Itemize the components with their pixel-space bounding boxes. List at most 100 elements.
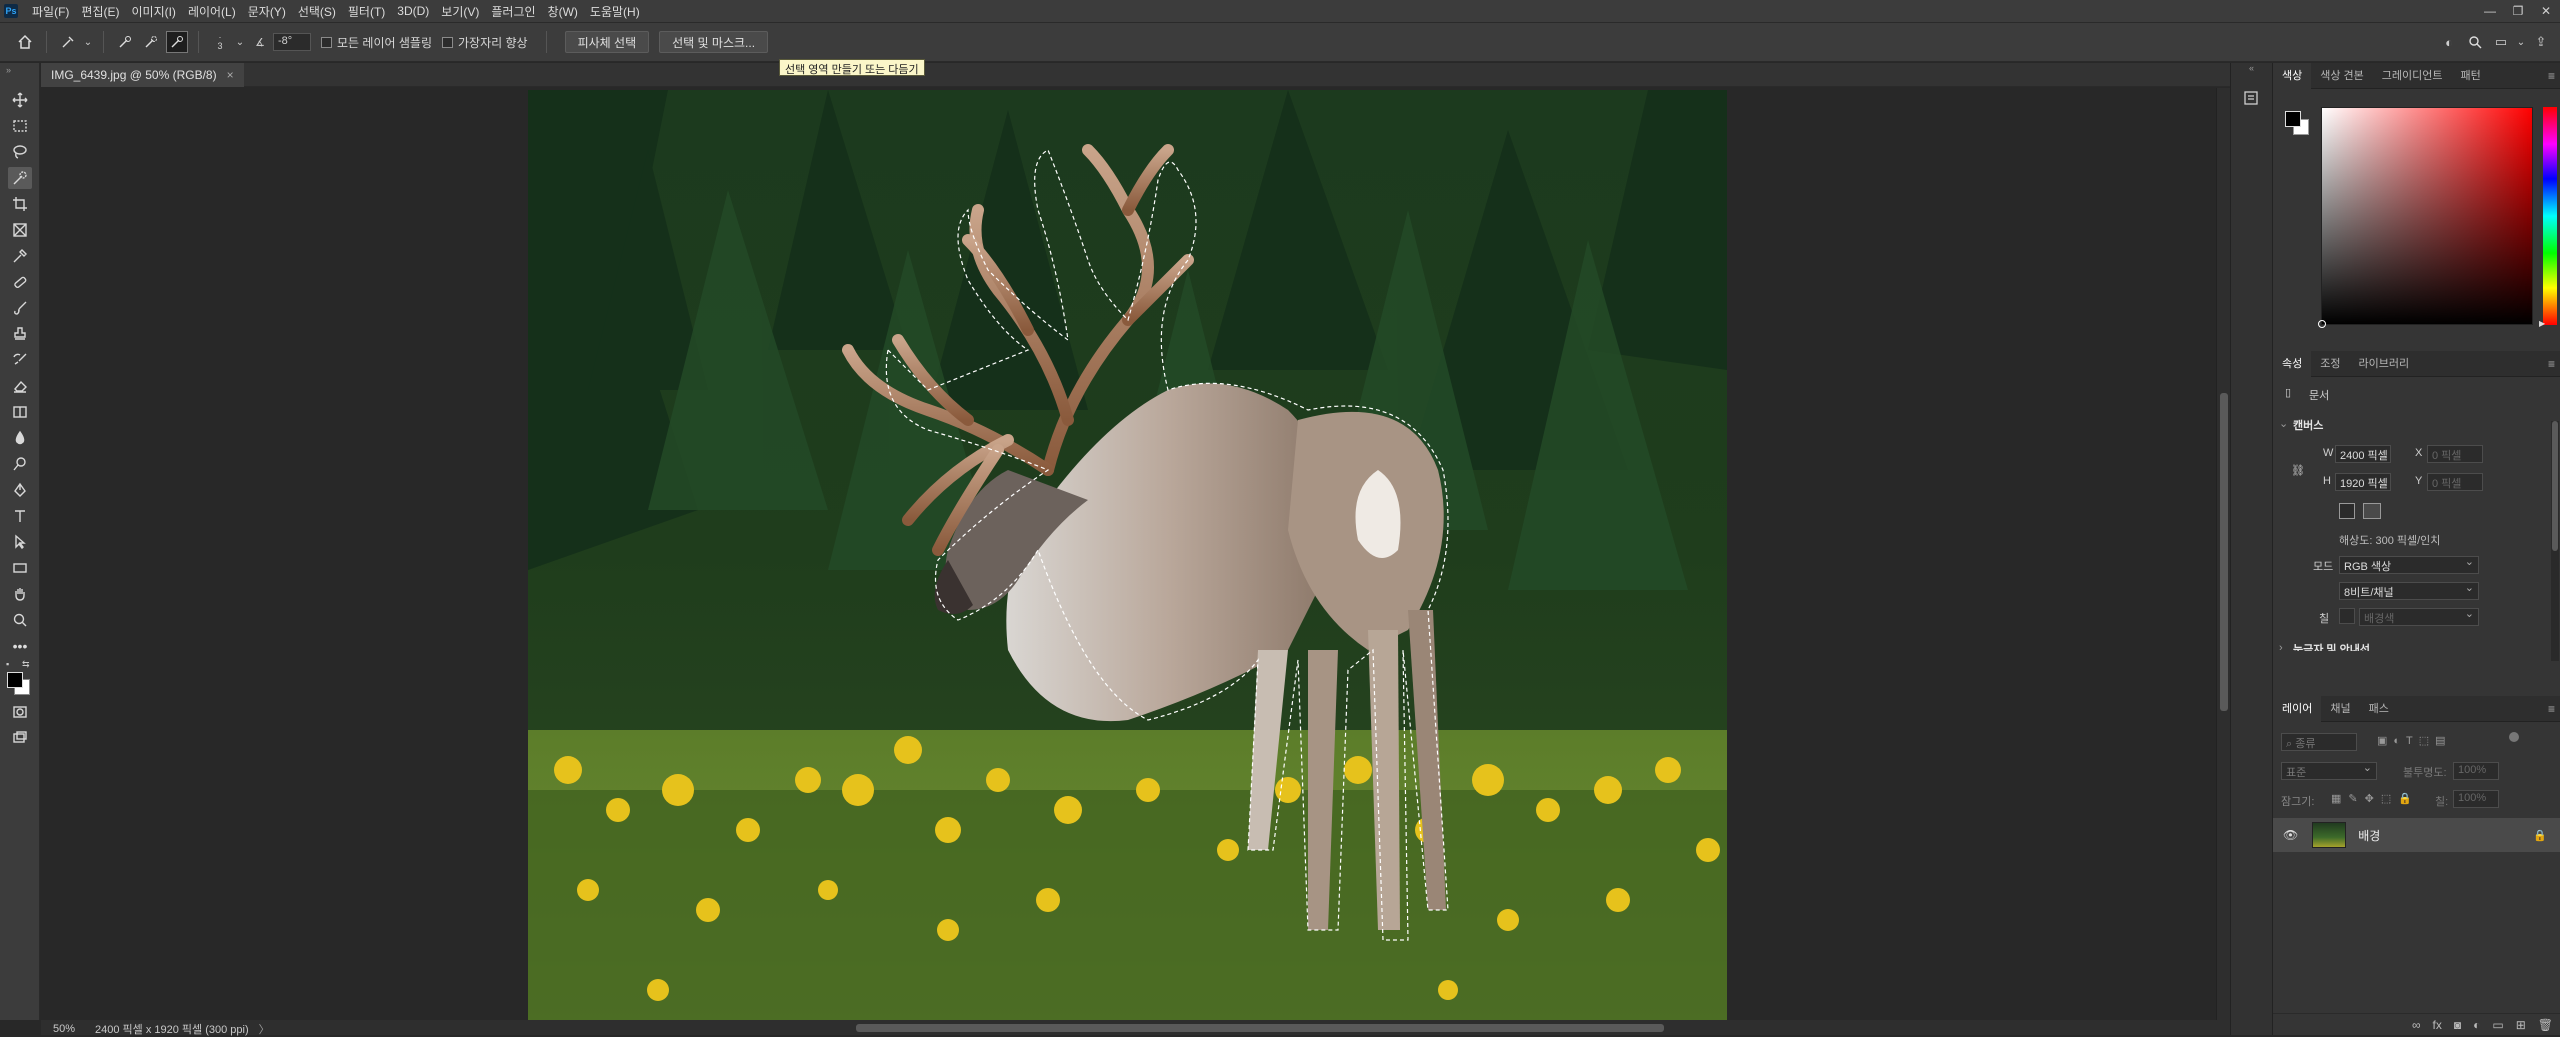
- menu-file[interactable]: 파일(F): [26, 3, 75, 20]
- document-info[interactable]: 2400 픽셀 x 1920 픽셀 (300 ppi): [95, 1021, 249, 1037]
- select-and-mask-button[interactable]: 선택 및 마스크...: [659, 31, 769, 53]
- quick-selection-preset-icon[interactable]: [57, 31, 79, 53]
- canvas-area[interactable]: [41, 88, 2216, 1020]
- chevron-down-icon[interactable]: ⌄: [83, 31, 93, 53]
- eyedropper-tool[interactable]: [0, 243, 40, 269]
- quick-selection-tool[interactable]: [0, 165, 40, 191]
- close-tab-icon[interactable]: ×: [227, 68, 234, 82]
- type-tool[interactable]: [0, 503, 40, 529]
- document-tab[interactable]: IMG_6439.jpg @ 50% (RGB/8) ×: [41, 63, 244, 87]
- angle-field[interactable]: -8°: [273, 33, 311, 51]
- vertical-scrollbar[interactable]: [2216, 88, 2230, 1020]
- menu-view[interactable]: 보기(V): [435, 3, 485, 20]
- blend-mode-select[interactable]: 표준: [2281, 761, 2377, 780]
- menu-filter[interactable]: 필터(T): [342, 3, 391, 20]
- workspace-icon[interactable]: ▭: [2490, 31, 2512, 53]
- swap-colors-icon[interactable]: ⇆: [22, 659, 30, 670]
- bit-depth-select[interactable]: 8비트/채널: [2339, 581, 2479, 600]
- panel-menu-icon[interactable]: ≡: [2548, 357, 2555, 371]
- chevron-down-icon[interactable]: ⌄: [2279, 417, 2288, 430]
- chevron-right-icon[interactable]: ›: [2279, 642, 2283, 654]
- collapse-icon[interactable]: «: [2231, 63, 2272, 83]
- lock-icons[interactable]: ▦✎✥⬚🔒: [2331, 792, 2419, 805]
- trash-icon[interactable]: 🗑: [2538, 1018, 2553, 1032]
- add-to-selection-icon[interactable]: [140, 31, 162, 53]
- hand-tool[interactable]: [0, 581, 40, 607]
- menu-window[interactable]: 창(W): [542, 3, 584, 20]
- minimize-icon[interactable]: —: [2476, 0, 2504, 22]
- fill-opacity-field[interactable]: 100%: [2453, 790, 2499, 808]
- horizontal-scrollbar[interactable]: [41, 1020, 2230, 1035]
- tab-color[interactable]: 색상: [2273, 62, 2312, 89]
- search-icon[interactable]: [2464, 31, 2486, 53]
- brush-tool[interactable]: [0, 295, 40, 321]
- history-panel-icon[interactable]: [2231, 83, 2273, 113]
- default-colors-icon[interactable]: ▪: [6, 659, 9, 669]
- move-tool[interactable]: [0, 87, 40, 113]
- scroll-thumb[interactable]: [2220, 393, 2228, 711]
- home-icon[interactable]: [14, 31, 36, 53]
- menu-layer[interactable]: 레이어(L): [182, 3, 242, 20]
- menu-help[interactable]: 도움말(H): [584, 3, 646, 20]
- hue-slider[interactable]: ▶: [2539, 107, 2557, 328]
- chevron-down-icon[interactable]: ⌄: [235, 31, 245, 53]
- link-layers-icon[interactable]: ∞: [2412, 1018, 2421, 1032]
- gradient-tool[interactable]: [0, 399, 40, 425]
- filter-toggle-icon[interactable]: [2509, 732, 2519, 742]
- scroll-thumb[interactable]: [2552, 421, 2558, 551]
- tab-properties[interactable]: 속성: [2273, 350, 2312, 377]
- rectangle-tool[interactable]: [0, 555, 40, 581]
- quick-mask-tool[interactable]: [0, 699, 40, 725]
- frame-tool[interactable]: [0, 217, 40, 243]
- blur-tool[interactable]: [0, 425, 40, 451]
- learn-icon[interactable]: ◐: [2438, 31, 2460, 53]
- marquee-tool[interactable]: [0, 113, 40, 139]
- add-mask-icon[interactable]: ◙: [2454, 1018, 2461, 1032]
- tab-paths[interactable]: 패스: [2360, 696, 2398, 722]
- panel-menu-icon[interactable]: ≡: [2548, 69, 2555, 83]
- new-selection-icon[interactable]: [114, 31, 136, 53]
- group-folder-icon[interactable]: ▭: [2492, 1018, 2503, 1032]
- enhance-edge-checkbox[interactable]: 가장자리 향상: [442, 34, 528, 51]
- adjustment-layer-icon[interactable]: ◐: [2473, 1018, 2480, 1032]
- foreground-color-swatch[interactable]: [7, 672, 23, 688]
- close-icon[interactable]: ✕: [2532, 0, 2560, 22]
- subtract-from-selection-icon[interactable]: [166, 31, 188, 53]
- fill-select[interactable]: 배경색: [2359, 607, 2479, 626]
- y-field[interactable]: 0 픽셀: [2427, 473, 2483, 491]
- fx-icon[interactable]: fx: [2433, 1018, 2442, 1032]
- tab-libraries[interactable]: 라이브러리: [2350, 351, 2419, 377]
- status-menu-icon[interactable]: 〉: [259, 1021, 270, 1037]
- menu-plugins[interactable]: 플러그인: [485, 3, 541, 20]
- menu-image[interactable]: 이미지(I): [125, 3, 181, 20]
- screen-mode-tool[interactable]: [0, 725, 40, 751]
- portrait-orientation-icon[interactable]: [2339, 503, 2355, 519]
- clone-stamp-tool[interactable]: [0, 321, 40, 347]
- tab-gradients[interactable]: 그레이디언트: [2373, 63, 2452, 89]
- menu-select[interactable]: 선택(S): [292, 3, 342, 20]
- new-layer-icon[interactable]: ⊞: [2516, 1018, 2526, 1032]
- width-field[interactable]: 2400 픽셀: [2335, 445, 2391, 463]
- tab-adjustments[interactable]: 조정: [2311, 351, 2349, 377]
- zoom-tool[interactable]: [0, 607, 40, 633]
- lock-icon[interactable]: 🔒: [2533, 829, 2547, 842]
- healing-brush-tool[interactable]: [0, 269, 40, 295]
- properties-scrollbar[interactable]: [2551, 421, 2559, 661]
- pen-tool[interactable]: [0, 477, 40, 503]
- color-mode-select[interactable]: RGB 색상: [2339, 555, 2479, 574]
- layer-row[interactable]: 👁 배경 🔒: [2273, 818, 2560, 852]
- link-dimensions-icon[interactable]: ⛓: [2291, 464, 2305, 477]
- landscape-orientation-icon[interactable]: [2363, 503, 2381, 519]
- select-subject-button[interactable]: 피사체 선택: [564, 31, 650, 53]
- color-field[interactable]: [2318, 107, 2533, 328]
- eraser-tool[interactable]: [0, 373, 40, 399]
- zoom-level[interactable]: 50%: [53, 1023, 75, 1035]
- menu-3d[interactable]: 3D(D): [391, 4, 435, 18]
- collapse-toolbar-icon[interactable]: »: [0, 63, 39, 87]
- crop-tool[interactable]: [0, 191, 40, 217]
- path-selection-tool[interactable]: [0, 529, 40, 555]
- canvas-section-header[interactable]: 캔버스: [2293, 417, 2323, 433]
- height-field[interactable]: 1920 픽셀: [2335, 473, 2391, 491]
- layer-filter-field[interactable]: ⌕ 종류: [2281, 733, 2357, 751]
- history-brush-tool[interactable]: [0, 347, 40, 373]
